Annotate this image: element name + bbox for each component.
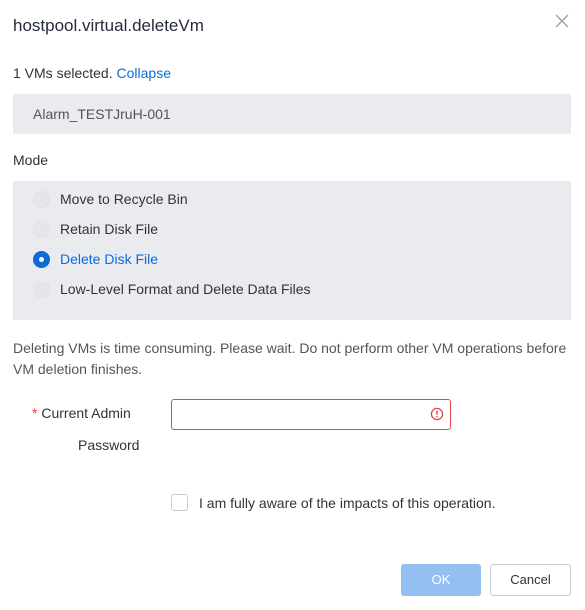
password-label-line2: Password (78, 437, 140, 453)
delete-vm-dialog: hostpool.virtual.deleteVm 1 VMs selected… (0, 0, 585, 610)
mode-option-retain-disk[interactable]: Retain Disk File (33, 219, 158, 239)
mode-radio-group: Move to Recycle Bin Retain Disk File Del… (13, 181, 571, 320)
mode-option-delete-disk[interactable]: Delete Disk File (33, 249, 158, 269)
close-icon[interactable] (553, 12, 571, 30)
vm-name: Alarm_TESTJruH-001 (33, 106, 171, 122)
selection-summary: 1 VMs selected. Collapse (13, 65, 171, 81)
password-input[interactable] (172, 400, 417, 429)
mode-option-label: Low-Level Format and Delete Data Files (60, 281, 311, 297)
collapse-link[interactable]: Collapse (117, 65, 171, 81)
selected-vm-list: Alarm_TESTJruH-001 (13, 94, 571, 134)
password-label-line1: * Current Admin (32, 405, 131, 421)
impact-checkbox-label: I am fully aware of the impacts of this … (199, 494, 496, 511)
radio-button[interactable] (33, 220, 50, 238)
selected-count: 1 VMs selected. (13, 65, 113, 81)
required-mark: * (32, 405, 38, 421)
error-circle-icon (430, 407, 444, 421)
mode-option-label: Retain Disk File (60, 221, 159, 237)
password-field[interactable] (171, 399, 451, 430)
impact-confirmation[interactable]: I am fully aware of the impacts of this … (171, 494, 495, 511)
mode-option-low-level-format[interactable]: Low-Level Format and Delete Data Files (33, 279, 311, 299)
mode-option-recycle-bin[interactable]: Move to Recycle Bin (33, 189, 188, 209)
ok-button[interactable]: OK (401, 564, 481, 596)
radio-button-checked[interactable] (33, 250, 50, 268)
radio-button[interactable] (33, 190, 50, 208)
mode-option-label: Move to Recycle Bin (60, 191, 188, 207)
password-label-text: Current Admin (41, 405, 131, 421)
warning-text: Deleting VMs is time consuming. Please w… (13, 340, 567, 377)
dialog-title: hostpool.virtual.deleteVm (13, 16, 204, 35)
cancel-button[interactable]: Cancel (490, 564, 571, 596)
impact-checkbox[interactable] (171, 494, 188, 511)
mode-option-label: Delete Disk File (60, 251, 159, 267)
radio-button[interactable] (33, 280, 50, 298)
mode-label: Mode (13, 152, 49, 168)
